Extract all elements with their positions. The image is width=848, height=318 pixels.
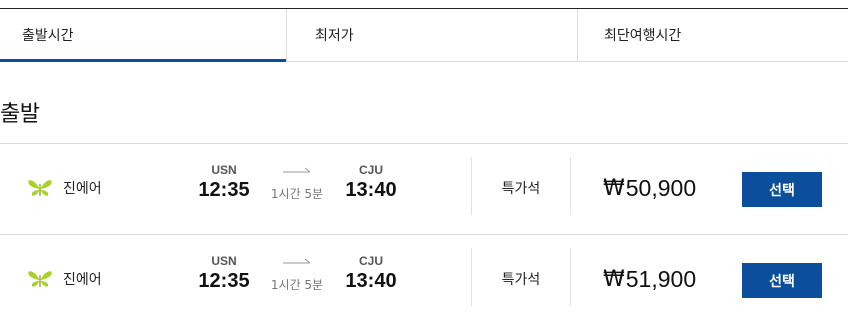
- departure: USN 12:35: [194, 163, 254, 202]
- select-button[interactable]: 선택: [742, 263, 822, 298]
- tab-label: 출발시간: [22, 28, 74, 44]
- tab-label: 최단여행시간: [604, 28, 682, 44]
- currency-symbol: ₩: [603, 266, 625, 292]
- butterfly-logo-icon: [28, 180, 52, 196]
- column-divider: [570, 248, 571, 306]
- tab-label: 최저가: [315, 28, 354, 44]
- divider: [0, 143, 848, 144]
- departure: USN 12:35: [194, 254, 254, 293]
- departure-airport-code: USN: [211, 254, 237, 268]
- select-button[interactable]: 선택: [742, 172, 822, 207]
- tab-lowest-price[interactable]: 최저가: [286, 9, 577, 61]
- divider: [0, 234, 848, 235]
- flight-row: 진에어 USN 12:35 1시간 5분 CJU 13:40 특가석 ₩ 50,…: [0, 153, 848, 223]
- fare-price: ₩ 51,900: [603, 244, 696, 314]
- arrival: CJU 13:40: [341, 254, 401, 293]
- butterfly-logo-icon: [28, 271, 52, 287]
- departure-time: 12:35: [198, 179, 250, 201]
- section-title: 출발: [0, 102, 40, 127]
- seat-class: 특가석: [501, 181, 541, 197]
- airline: 진에어: [27, 153, 102, 223]
- airline: 진에어: [27, 244, 102, 314]
- fare-price: ₩ 50,900: [603, 153, 696, 223]
- currency-symbol: ₩: [603, 175, 625, 201]
- duration: 1시간 5분: [262, 167, 332, 202]
- departure-airport-code: USN: [211, 163, 237, 177]
- tab-departure-time[interactable]: 출발시간: [0, 9, 286, 62]
- arrow-right-icon: [283, 258, 311, 264]
- airline-name: 진에어: [63, 272, 102, 288]
- tab-shortest-travel-time[interactable]: 최단여행시간: [577, 9, 848, 61]
- departure-time: 12:35: [198, 270, 250, 292]
- flight-duration: 1시간 5분: [270, 278, 324, 292]
- airline-name: 진에어: [63, 181, 102, 197]
- arrival-airport-code: CJU: [358, 254, 383, 268]
- arrival-time: 13:40: [345, 270, 397, 292]
- flight-duration: 1시간 5분: [270, 187, 324, 201]
- duration: 1시간 5분: [262, 258, 332, 293]
- seat-class: 특가석: [501, 272, 541, 288]
- arrow-right-icon: [283, 167, 311, 173]
- arrival: CJU 13:40: [341, 163, 401, 202]
- flight-row: 진에어 USN 12:35 1시간 5분 CJU 13:40 특가석 ₩ 51,…: [0, 244, 848, 314]
- arrival-time: 13:40: [345, 179, 397, 201]
- price-amount: 50,900: [625, 174, 697, 201]
- price-amount: 51,900: [625, 265, 697, 292]
- sort-tabs: 출발시간 최저가 최단여행시간: [0, 9, 848, 62]
- column-divider: [570, 157, 571, 215]
- arrival-airport-code: CJU: [358, 163, 383, 177]
